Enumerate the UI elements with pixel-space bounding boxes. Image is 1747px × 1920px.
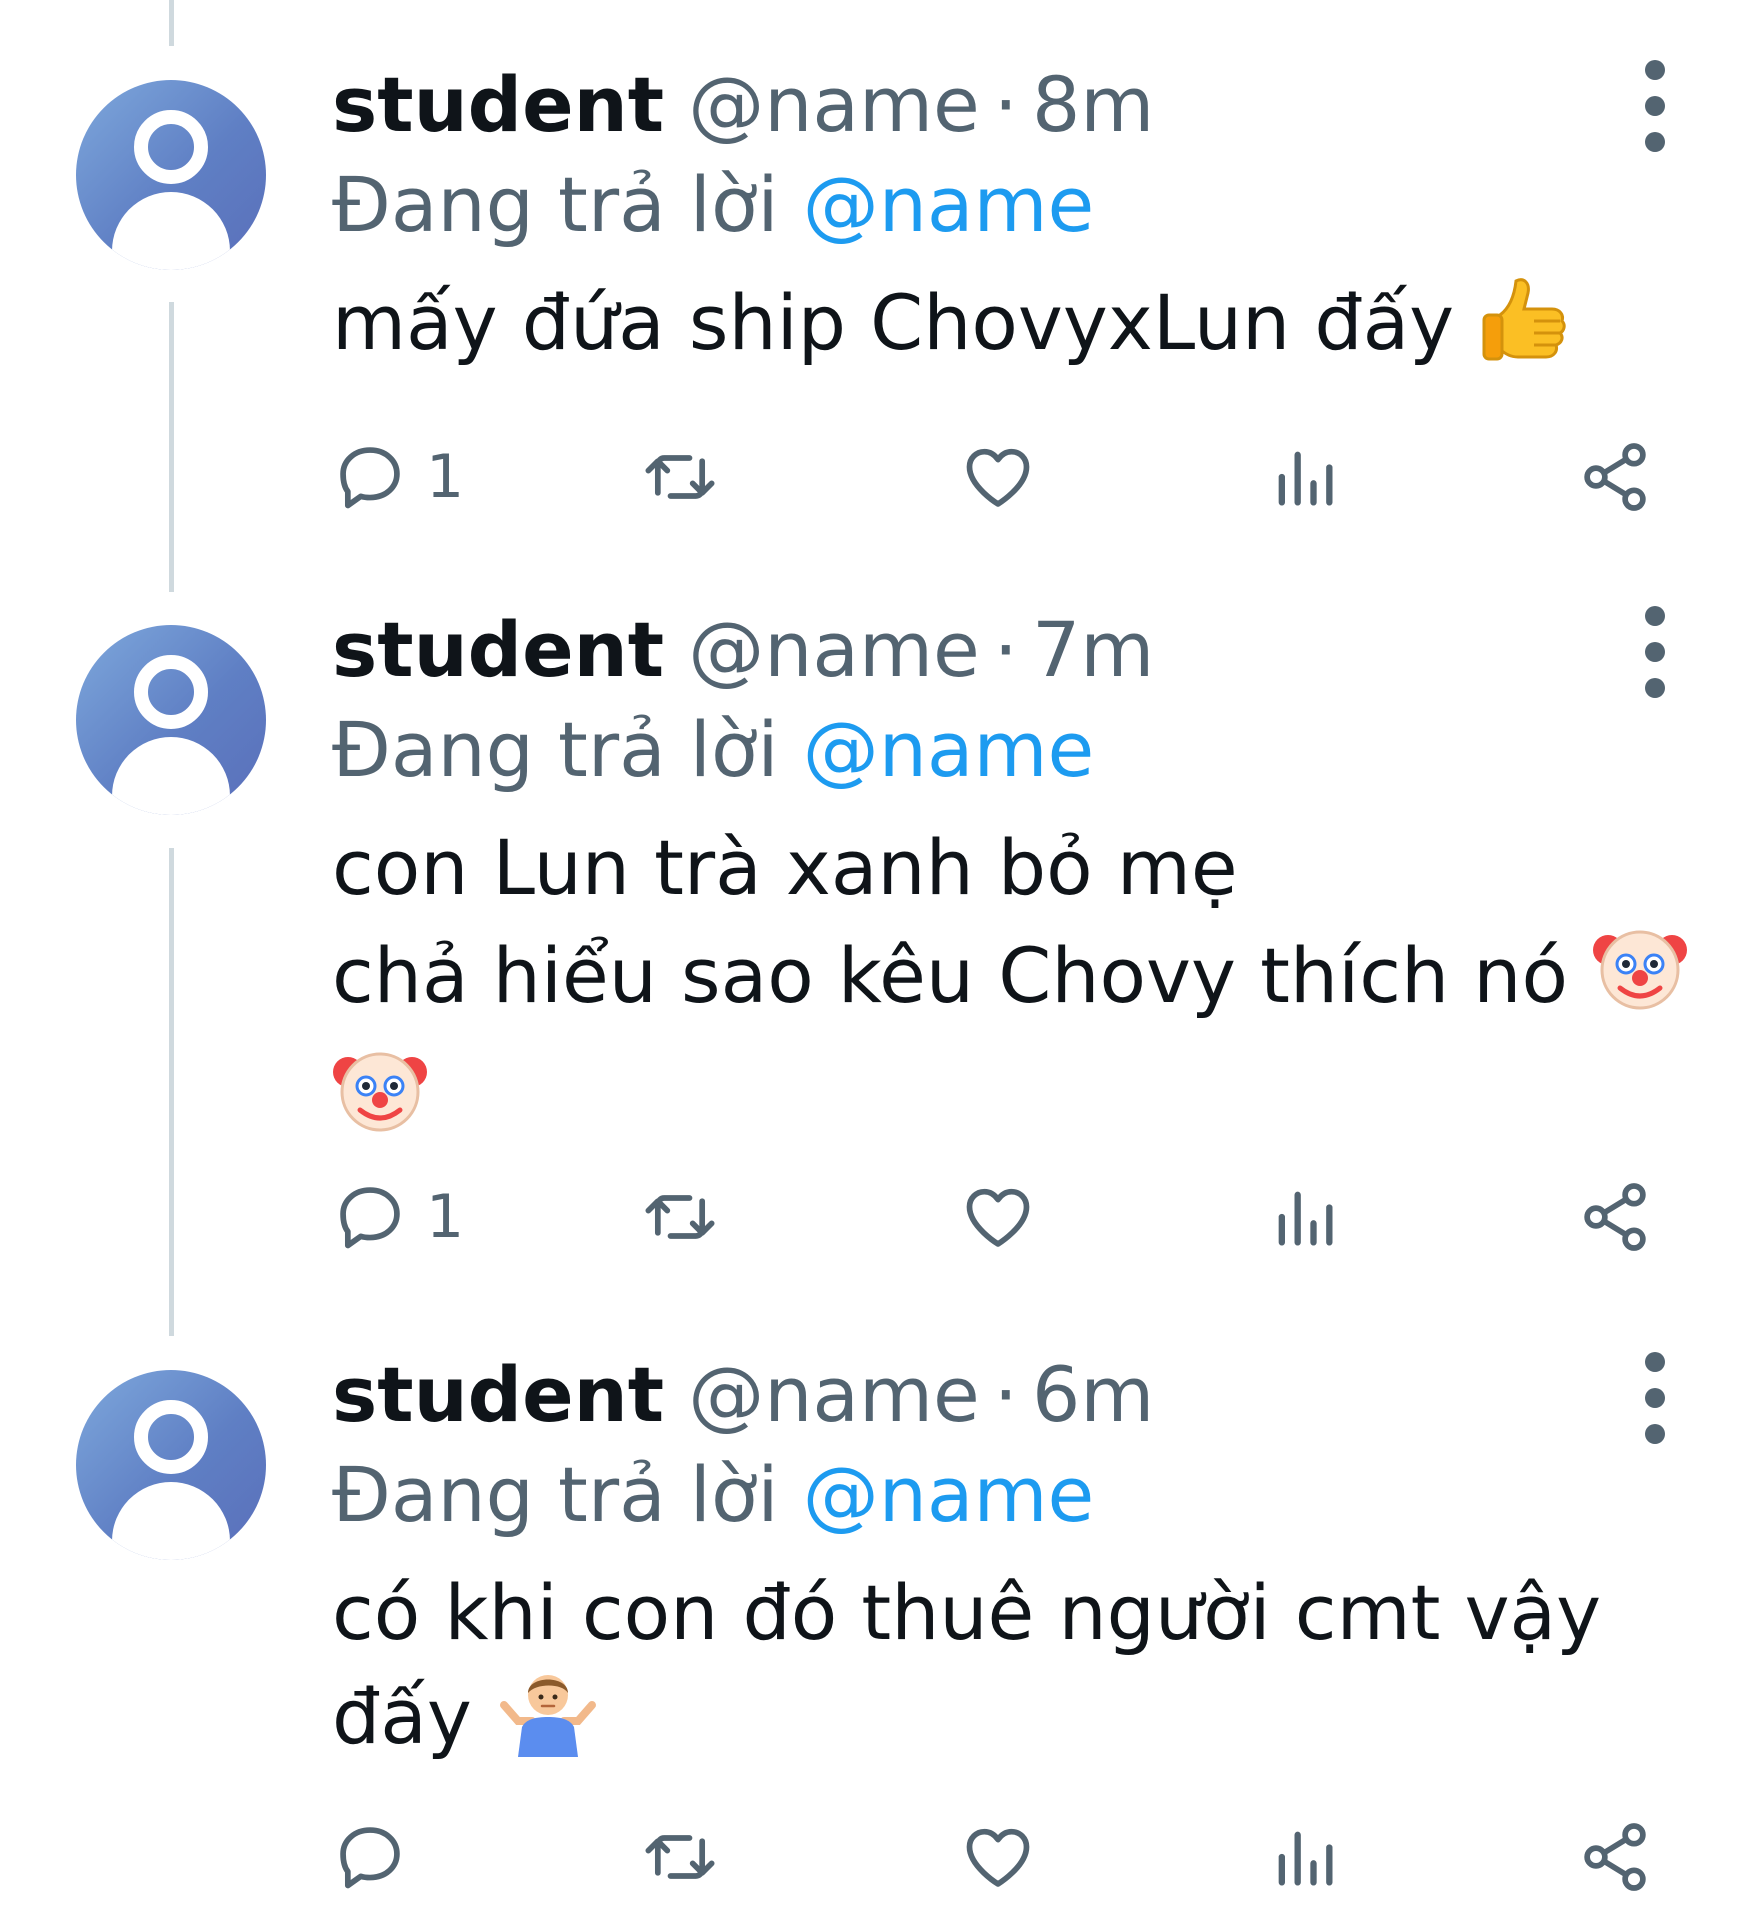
views-button[interactable] bbox=[1266, 432, 1342, 522]
heart-icon bbox=[966, 1828, 1030, 1887]
display-name[interactable]: student bbox=[332, 605, 664, 694]
tweet-text: có khi con đó thuê người cmt vậy đấy bbox=[332, 1561, 1732, 1783]
reply-icon bbox=[340, 1187, 400, 1249]
avatar-body-icon bbox=[112, 192, 230, 270]
reply-icon bbox=[340, 1827, 400, 1889]
user-handle[interactable]: @name bbox=[688, 605, 980, 694]
tweet-text-line: chả hiểu sao kêu Chovy thích nó bbox=[332, 931, 1568, 1020]
retweet-button[interactable] bbox=[642, 1172, 718, 1262]
avatar-head-icon bbox=[134, 110, 208, 184]
reply-count: 1 bbox=[426, 442, 465, 512]
retweet-icon bbox=[645, 1195, 715, 1239]
clown-face-emoji bbox=[332, 1042, 428, 1164]
avatar[interactable] bbox=[76, 625, 266, 815]
separator: · bbox=[993, 1350, 1018, 1439]
share-icon bbox=[1584, 443, 1646, 511]
share-button[interactable] bbox=[1577, 1172, 1653, 1262]
tweet-text-line: mấy đứa ship ChovyxLun đấy bbox=[332, 278, 1455, 367]
like-button[interactable] bbox=[960, 1812, 1036, 1902]
heart-icon bbox=[966, 1188, 1030, 1247]
thread-line bbox=[169, 0, 174, 46]
separator: · bbox=[993, 605, 1018, 694]
retweet-icon bbox=[645, 455, 715, 499]
more-vertical-icon[interactable] bbox=[1643, 1352, 1667, 1444]
views-icon bbox=[1278, 1191, 1333, 1246]
views-icon bbox=[1278, 451, 1333, 506]
retweet-button[interactable] bbox=[642, 432, 718, 522]
tweet-actions: 1 bbox=[332, 1172, 1732, 1262]
avatar-body-icon bbox=[112, 737, 230, 815]
share-button[interactable] bbox=[1577, 1812, 1653, 1902]
tweet-text-line: có khi con đó thuê người cmt vậy bbox=[332, 1568, 1602, 1657]
timestamp[interactable]: 7m bbox=[1032, 605, 1154, 694]
reply-label: Đang trả lời bbox=[332, 705, 779, 794]
share-icon bbox=[1584, 1823, 1646, 1891]
display-name[interactable]: student bbox=[332, 60, 664, 149]
reply-count: 1 bbox=[426, 1182, 465, 1252]
like-button[interactable] bbox=[960, 432, 1036, 522]
person-shrugging-emoji bbox=[496, 1665, 600, 1783]
views-icon bbox=[1278, 1831, 1333, 1886]
retweet-icon bbox=[645, 1835, 715, 1879]
more-vertical-icon[interactable] bbox=[1643, 60, 1667, 152]
reply-label: Đang trả lời bbox=[332, 160, 779, 249]
retweet-button[interactable] bbox=[642, 1812, 718, 1902]
timestamp[interactable]: 8m bbox=[1032, 60, 1154, 149]
user-handle[interactable]: @name bbox=[688, 1350, 980, 1439]
tweet-actions: 1 bbox=[332, 432, 1732, 522]
like-button[interactable] bbox=[960, 1172, 1036, 1262]
tweet-text-line: đấy bbox=[332, 1672, 472, 1761]
reply-mention-link[interactable]: @name bbox=[803, 1450, 1095, 1539]
thread-line bbox=[169, 302, 174, 592]
tweet-actions bbox=[332, 1812, 1732, 1902]
avatar-head-icon bbox=[134, 1400, 208, 1474]
reply-mention-link[interactable]: @name bbox=[803, 705, 1095, 794]
more-vertical-icon[interactable] bbox=[1643, 606, 1667, 698]
share-button[interactable] bbox=[1577, 432, 1653, 522]
avatar-head-icon bbox=[134, 655, 208, 729]
clown-face-emoji bbox=[1592, 920, 1688, 1042]
user-handle[interactable]: @name bbox=[688, 60, 980, 149]
tweet-text-line: con Lun trà xanh bỏ mẹ bbox=[332, 823, 1238, 912]
reply-button[interactable]: 1 bbox=[332, 432, 464, 522]
reply-thread: student @name · 8m Đang trả lời @name mấy … bbox=[0, 0, 1747, 1920]
tweet-text: mấy đứa ship ChovyxLun đấy bbox=[332, 271, 1732, 389]
display-name[interactable]: student bbox=[332, 1350, 664, 1439]
reply-button[interactable]: 1 bbox=[332, 1172, 464, 1262]
reply-icon bbox=[340, 447, 400, 509]
views-button[interactable] bbox=[1266, 1172, 1342, 1262]
views-button[interactable] bbox=[1266, 1812, 1342, 1902]
timestamp[interactable]: 6m bbox=[1032, 1350, 1154, 1439]
avatar[interactable] bbox=[76, 1370, 266, 1560]
tweet-text: con Lun trà xanh bỏ mẹ chả hiểu sao kêu … bbox=[332, 816, 1732, 1164]
thumbs-up-emoji bbox=[1478, 271, 1570, 389]
thread-line bbox=[169, 848, 174, 1336]
reply-mention-link[interactable]: @name bbox=[803, 160, 1095, 249]
share-icon bbox=[1584, 1183, 1646, 1251]
reply-label: Đang trả lời bbox=[332, 1450, 779, 1539]
separator: · bbox=[993, 60, 1018, 149]
avatar-body-icon bbox=[112, 1482, 230, 1560]
reply-button[interactable] bbox=[332, 1812, 426, 1902]
avatar[interactable] bbox=[76, 80, 266, 270]
heart-icon bbox=[966, 448, 1030, 507]
